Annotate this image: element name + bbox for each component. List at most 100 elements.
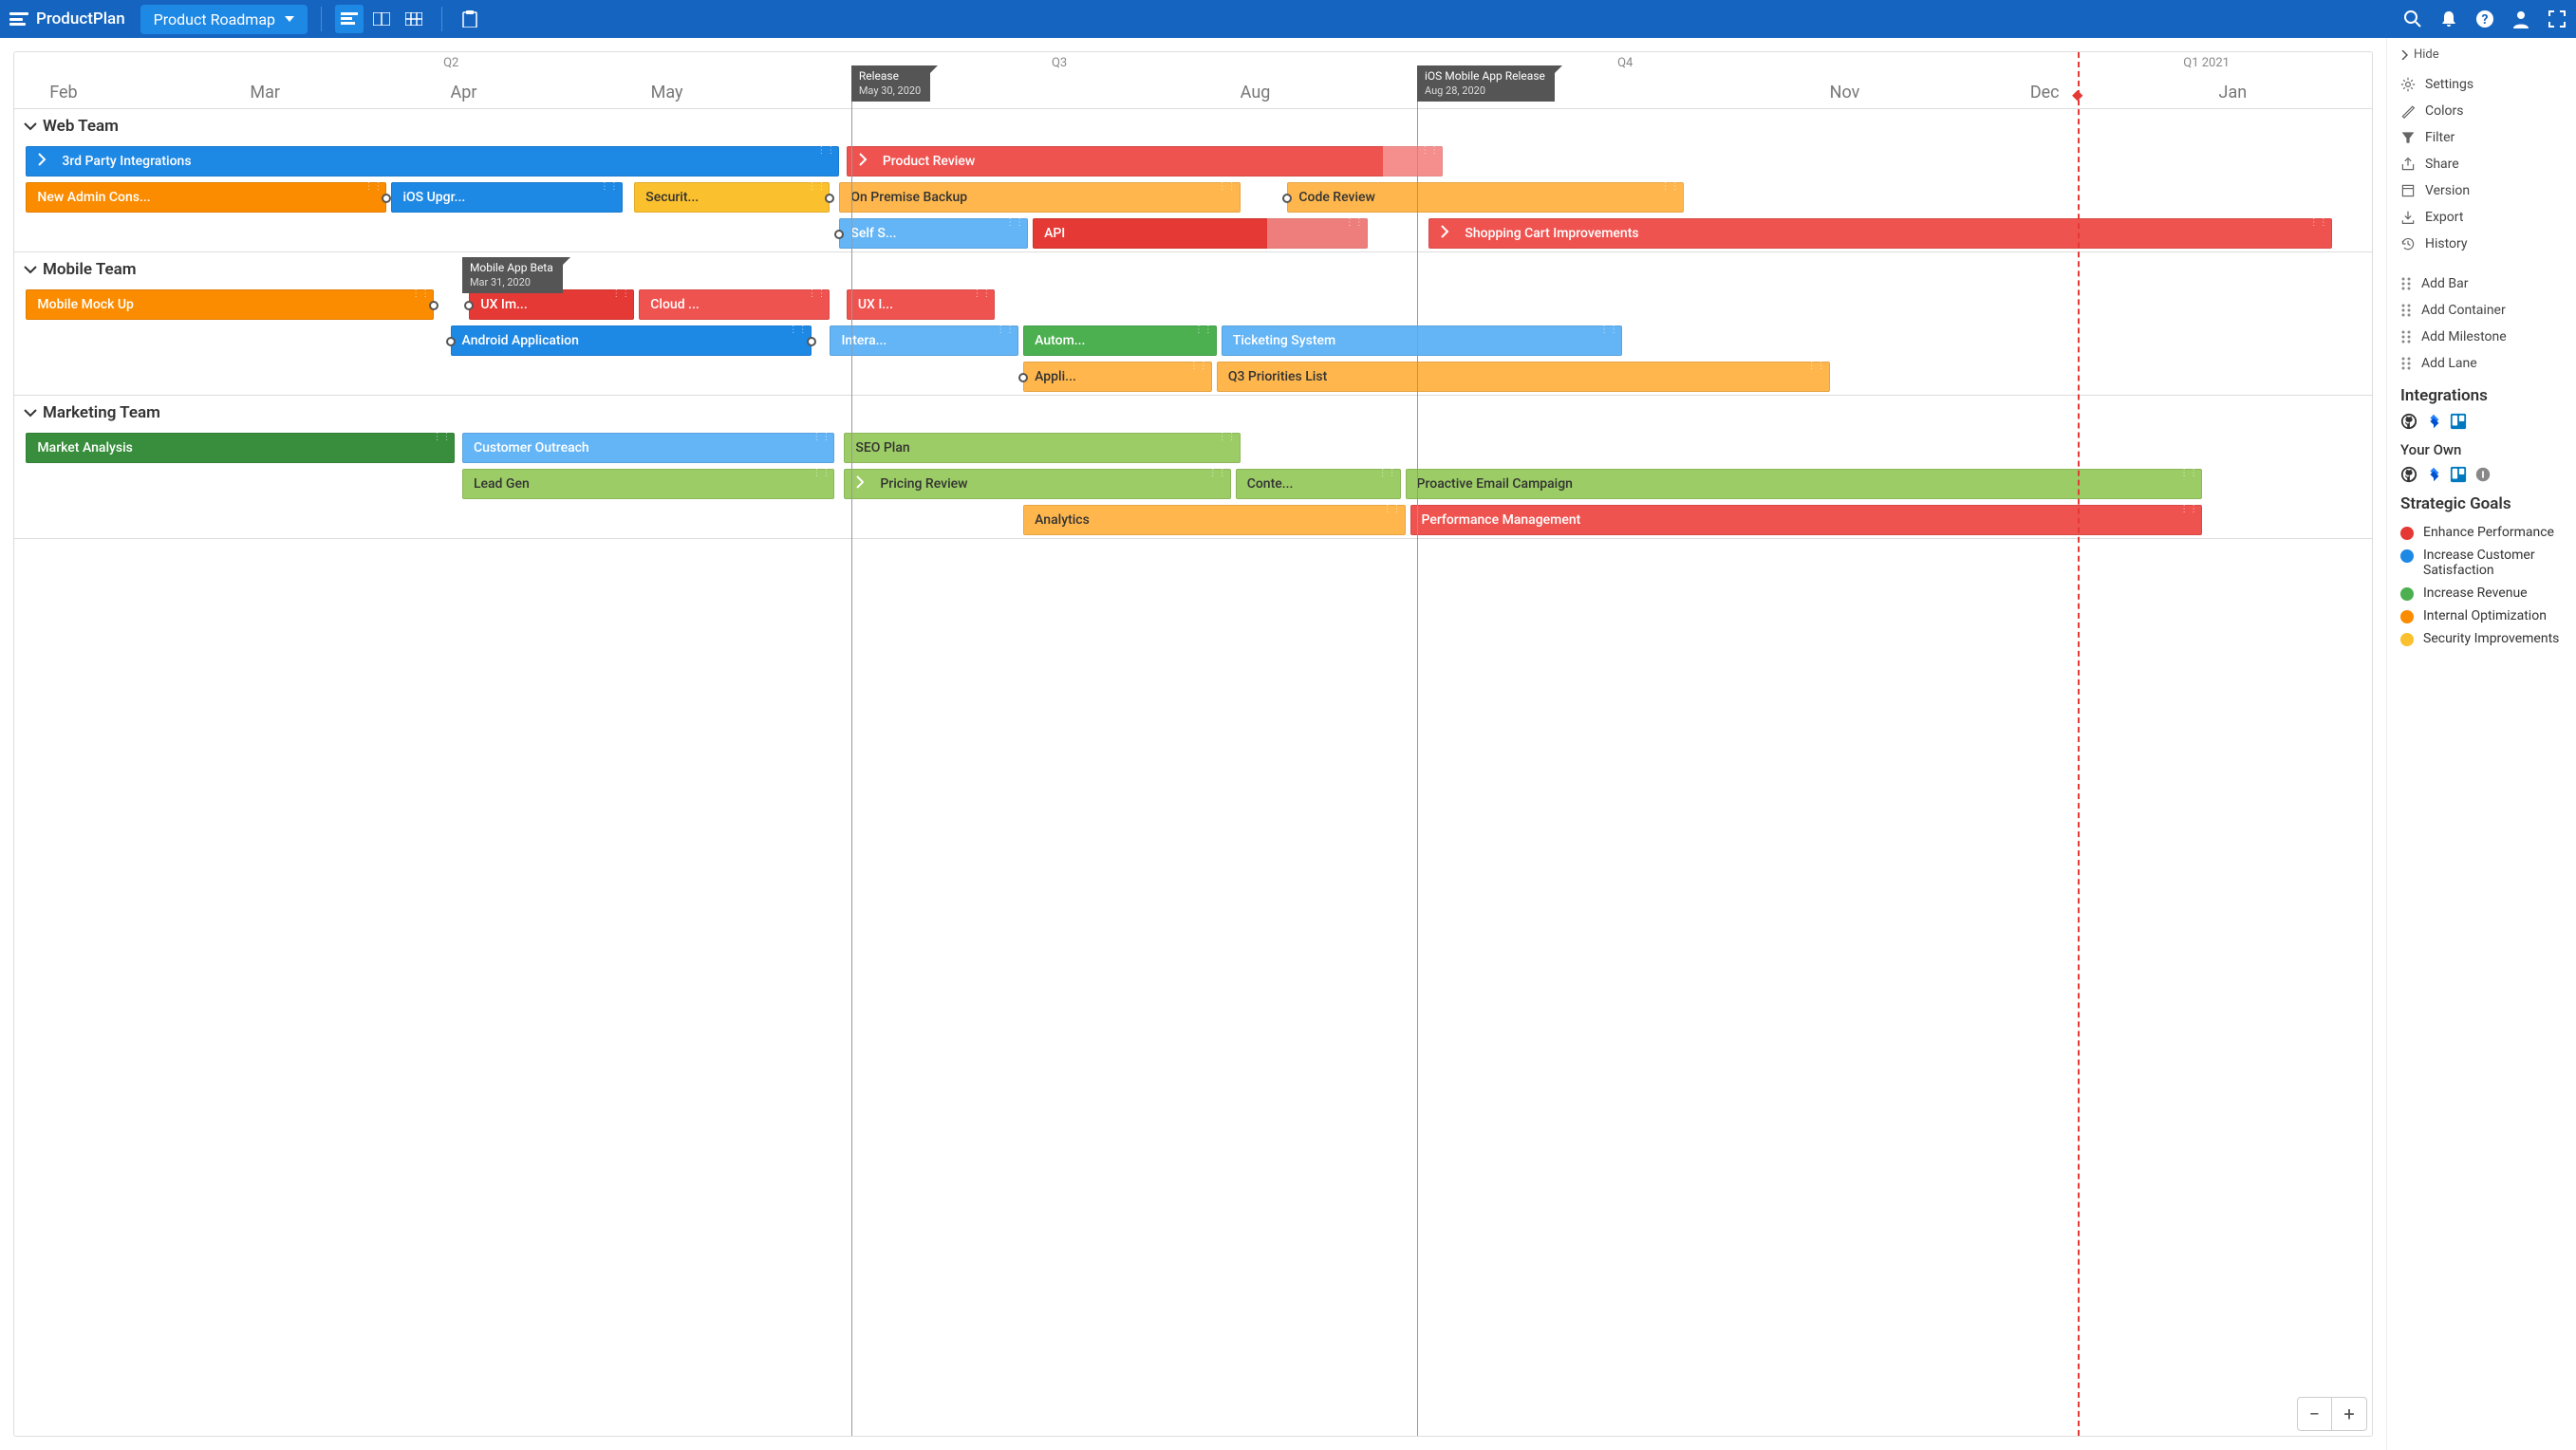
roadmap-bar[interactable]: Shopping Cart Improvements⋮⋮ [1428,218,2331,249]
roadmap-bar[interactable]: Mobile Mock Up⋮⋮ [26,289,434,320]
goal-item[interactable]: Enhance Performance [2400,521,2576,544]
zoom-in-button[interactable]: + [2332,1398,2366,1430]
bar-menu-icon[interactable]: ⋮⋮ [1005,220,1024,226]
brand[interactable]: ProductPlan [9,9,125,28]
connector-icon[interactable] [382,194,391,203]
sidebar-item-filter[interactable]: Filter [2400,124,2576,151]
bar-menu-icon[interactable]: ⋮⋮ [1345,220,1364,226]
sidebar-item-add-lane[interactable]: Add Lane [2400,350,2576,377]
bar-menu-icon[interactable]: ⋮⋮ [1599,327,1618,333]
table-view-button[interactable] [400,5,428,33]
bar-menu-icon[interactable]: ⋮⋮ [972,291,991,297]
roadmap-bar[interactable]: UX I...⋮⋮ [847,289,995,320]
roadmap-bar[interactable]: Pricing Review⋮⋮ [844,469,1230,499]
parking-lot-button[interactable] [456,5,484,33]
bar-menu-icon[interactable]: ⋮⋮ [1189,363,1208,369]
bar-menu-icon[interactable]: ⋮⋮ [1194,327,1213,333]
bar-menu-icon[interactable]: ⋮⋮ [432,435,451,440]
roadmap-bar[interactable]: UX Im...⋮⋮ [469,289,634,320]
connector-icon[interactable] [429,301,439,310]
roadmap-bar[interactable]: Autom...⋮⋮ [1023,325,1217,356]
sidebar-item-version[interactable]: Version [2400,177,2576,204]
roadmap-bar[interactable]: Appli...⋮⋮ [1023,362,1212,392]
sidebar-item-export[interactable]: Export [2400,204,2576,231]
roadmap-bar[interactable]: Android Application⋮⋮ [451,325,812,356]
bar-menu-icon[interactable]: ⋮⋮ [789,327,808,333]
bar-menu-icon[interactable]: ⋮⋮ [2179,471,2198,476]
bar-menu-icon[interactable]: ⋮⋮ [1383,507,1402,512]
jira-icon[interactable] [2425,413,2442,430]
bar-menu-icon[interactable]: ⋮⋮ [2179,507,2198,512]
roadmap-bar[interactable]: 3rd Party Integrations⋮⋮ [26,146,839,177]
split-view-button[interactable] [367,5,396,33]
bar-menu-icon[interactable]: ⋮⋮ [812,435,831,440]
roadmap-bar[interactable]: Securit...⋮⋮ [634,182,830,213]
roadmap-bar[interactable]: Performance Management⋮⋮ [1410,505,2203,535]
bar-menu-icon[interactable]: ⋮⋮ [2309,220,2328,226]
connector-icon[interactable] [825,194,834,203]
roadmap-bar[interactable]: API⋮⋮ [1033,218,1368,249]
bar-menu-icon[interactable]: ⋮⋮ [411,291,430,297]
roadmap-bar[interactable]: Conte...⋮⋮ [1236,469,1401,499]
bar-menu-icon[interactable]: ⋮⋮ [1807,363,1826,369]
roadmap-bar[interactable]: Ticketing System⋮⋮ [1222,325,1622,356]
bar-menu-icon[interactable]: ⋮⋮ [611,291,630,297]
zoom-out-button[interactable]: − [2298,1398,2332,1430]
lane-header[interactable]: Mobile Team [14,252,2372,287]
connector-icon[interactable] [807,337,816,346]
roadmap-bar[interactable]: On Premise Backup⋮⋮ [839,182,1240,213]
help-icon[interactable]: ? [2475,9,2494,28]
roadmap-bar[interactable]: Intera...⋮⋮ [830,325,1018,356]
bar-menu-icon[interactable]: ⋮⋮ [600,184,619,190]
sidebar-item-colors[interactable]: Colors [2400,98,2576,124]
jira-icon[interactable] [2425,466,2442,483]
roadmap-canvas[interactable]: Q2Q3Q4Q1 2021 FebMarAprMayAugNovDecJan M… [13,51,2373,1437]
roadmap-bar[interactable]: iOS Upgr...⋮⋮ [391,182,622,213]
timeline-view-button[interactable] [335,5,364,33]
trello-icon[interactable] [2450,413,2467,430]
github-icon[interactable] [2400,413,2417,430]
roadmap-selector[interactable]: Product Roadmap [140,5,308,34]
bar-menu-icon[interactable]: ⋮⋮ [1218,435,1237,440]
lane-header[interactable]: Web Team [14,109,2372,143]
bell-icon[interactable] [2439,9,2458,28]
hide-sidebar-button[interactable]: Hide [2400,47,2576,62]
bar-menu-icon[interactable]: ⋮⋮ [807,184,826,190]
lane-header[interactable]: Marketing Team [14,396,2372,430]
bar-menu-icon[interactable]: ⋮⋮ [1218,184,1237,190]
bar-menu-icon[interactable]: ⋮⋮ [812,471,831,476]
roadmap-bar[interactable]: SEO Plan⋮⋮ [844,433,1240,463]
fullscreen-icon[interactable] [2548,9,2567,28]
goal-item[interactable]: Increase Revenue [2400,582,2576,604]
bar-menu-icon[interactable]: ⋮⋮ [996,327,1015,333]
milestone-flag[interactable]: ReleaseMay 30, 2020 [851,65,930,102]
milestone-flag[interactable]: iOS Mobile App ReleaseAug 28, 2020 [1417,65,1555,102]
roadmap-bar[interactable]: Proactive Email Campaign⋮⋮ [1406,469,2203,499]
goal-item[interactable]: Increase Customer Satisfaction [2400,544,2576,582]
bar-menu-icon[interactable]: ⋮⋮ [1420,148,1439,154]
roadmap-bar[interactable]: Market Analysis⋮⋮ [26,433,455,463]
milestone-flag[interactable]: Mobile App BetaMar 31, 2020 [462,257,563,293]
sidebar-item-add-bar[interactable]: Add Bar [2400,270,2576,297]
roadmap-bar[interactable]: Code Review⋮⋮ [1287,182,1683,213]
bar-menu-icon[interactable]: ⋮⋮ [816,148,835,154]
github-icon[interactable] [2400,466,2417,483]
goal-item[interactable]: Internal Optimization [2400,604,2576,627]
bar-menu-icon[interactable]: ⋮⋮ [1378,471,1397,476]
bar-menu-icon[interactable]: ⋮⋮ [364,184,383,190]
roadmap-bar[interactable]: Analytics⋮⋮ [1023,505,1405,535]
goal-item[interactable]: Security Improvements [2400,627,2576,650]
connector-icon[interactable] [446,337,456,346]
roadmap-bar[interactable]: New Admin Cons...⋮⋮ [26,182,386,213]
search-icon[interactable] [2403,9,2422,28]
roadmap-bar[interactable]: Lead Gen⋮⋮ [462,469,834,499]
sidebar-item-share[interactable]: Share [2400,151,2576,177]
bar-menu-icon[interactable]: ⋮⋮ [1208,471,1227,476]
roadmap-bar[interactable]: Q3 Priorities List⋮⋮ [1217,362,1830,392]
sidebar-item-history[interactable]: History [2400,231,2576,257]
roadmap-bar[interactable]: Product Review⋮⋮ [847,146,1443,177]
trello-icon[interactable] [2450,466,2467,483]
user-icon[interactable] [2511,9,2530,28]
plus-circle-icon[interactable] [2474,466,2492,483]
roadmap-bar[interactable]: Customer Outreach⋮⋮ [462,433,834,463]
